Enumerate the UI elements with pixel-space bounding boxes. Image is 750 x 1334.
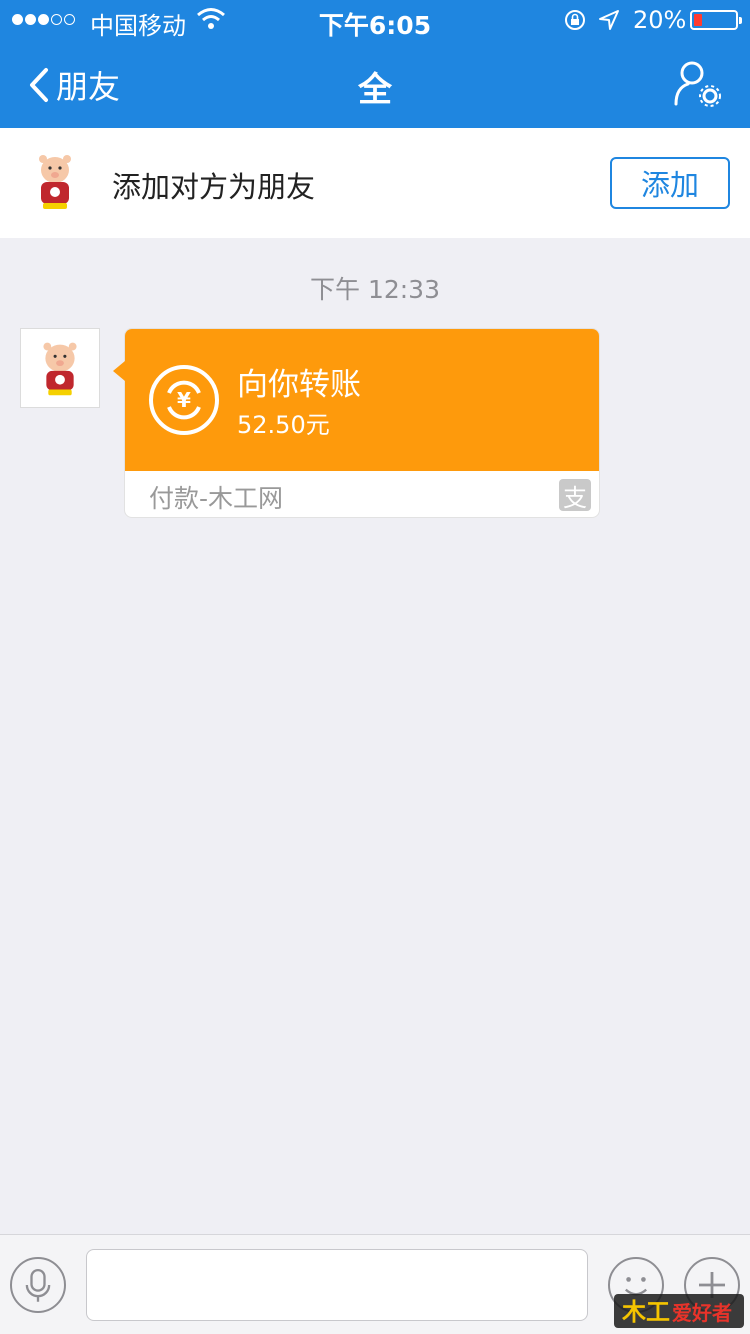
add-friend-bar: 添加对方为朋友 添加 (0, 128, 750, 238)
transfer-source: 付款-木工网 (149, 484, 284, 513)
message-timestamp: 下午 12:33 (310, 275, 440, 304)
svg-text:¥: ¥ (177, 388, 191, 412)
add-friend-text: 添加对方为朋友 (112, 170, 316, 204)
transfer-card-footer: 付款-木工网 支 (125, 471, 599, 517)
battery-level-fill (694, 14, 702, 26)
transfer-yuan-icon: ¥ (149, 365, 219, 435)
bubble-tail (113, 361, 125, 381)
watermark-logo: 木工 爱好者 (614, 1294, 744, 1328)
svg-text:木工: 木工 (621, 1298, 670, 1326)
status-bar: 中国移动 下午6:05 20% (0, 0, 750, 40)
navigation-bar: 朋友 全 (0, 40, 750, 128)
rotation-lock-icon (565, 10, 585, 30)
page-title: 全 (358, 70, 392, 110)
location-arrow-icon (599, 10, 619, 30)
message-input[interactable] (86, 1249, 588, 1321)
top-bar: 中国移动 下午6:05 20% 朋友 全 (0, 0, 750, 128)
transfer-card-header: ¥ 向你转账 52.50元 (125, 329, 599, 471)
user-settings-icon[interactable] (672, 60, 726, 110)
add-friend-button[interactable]: 添加 (610, 157, 730, 209)
transfer-card[interactable]: ¥ 向你转账 52.50元 付款-木工网 支 (113, 328, 600, 518)
battery-icon (690, 10, 742, 30)
svg-text:爱好者: 爱好者 (672, 1301, 732, 1325)
transfer-title: 向你转账 (237, 367, 361, 403)
microphone-icon[interactable] (10, 1257, 66, 1313)
alipay-icon: 支 (559, 479, 591, 512)
avatar (28, 152, 82, 212)
avatar[interactable] (20, 328, 100, 408)
battery-percent: 20% (633, 6, 687, 34)
transfer-amount: 52.50元 (237, 411, 330, 439)
